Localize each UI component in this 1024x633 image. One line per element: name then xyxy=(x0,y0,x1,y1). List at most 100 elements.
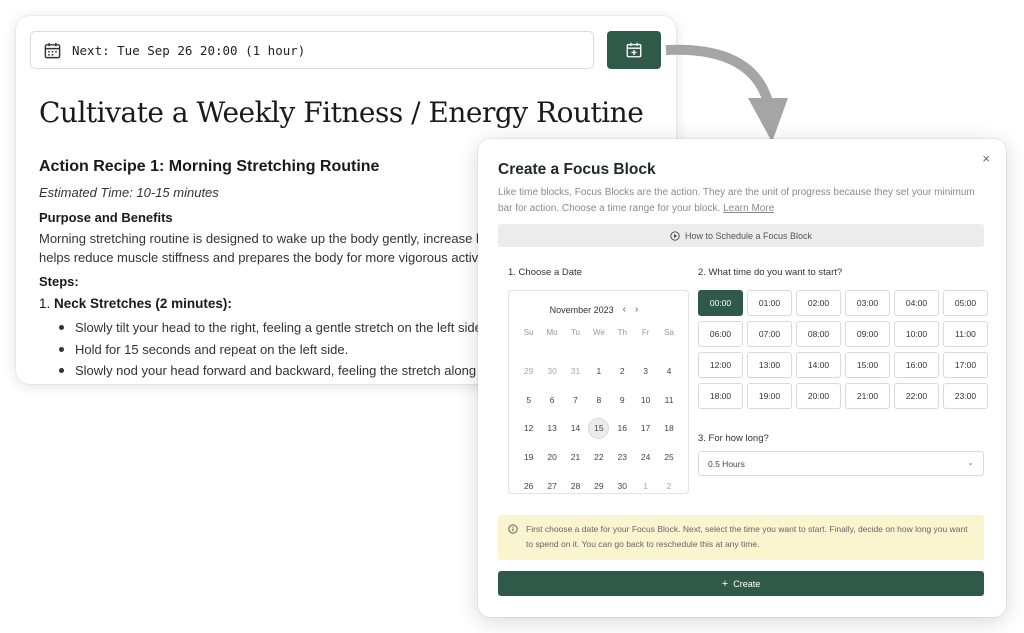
plus-icon: + xyxy=(721,577,729,590)
calendar-day[interactable]: 10 xyxy=(634,385,657,414)
calendar-day[interactable]: 17 xyxy=(634,414,657,443)
time-option[interactable]: 03:00 xyxy=(845,290,890,316)
play-circle-icon xyxy=(670,230,680,241)
create-button[interactable]: + Create xyxy=(498,571,984,596)
calendar-day[interactable]: 23 xyxy=(611,443,634,472)
schedule-focus-block-button[interactable] xyxy=(607,31,661,69)
calendar-day[interactable]: 30 xyxy=(540,357,563,386)
calendar-day[interactable]: 13 xyxy=(540,414,563,443)
time-option[interactable]: 06:00 xyxy=(698,321,743,347)
calendar-day-number: 19 xyxy=(523,452,534,463)
time-option[interactable]: 01:00 xyxy=(747,290,792,316)
time-option[interactable]: 04:00 xyxy=(894,290,939,316)
calendar-day[interactable]: 4 xyxy=(657,357,680,386)
calendar-day-number: 27 xyxy=(547,480,557,491)
duration-select[interactable]: 0.5 Hours ⌄ xyxy=(698,451,984,476)
calendar-day-number: 17 xyxy=(640,423,651,434)
calendar-day[interactable]: 30 xyxy=(611,471,634,500)
time-option[interactable]: 08:00 xyxy=(796,321,841,347)
time-option[interactable]: 02:00 xyxy=(796,290,841,316)
calendar-day[interactable]: 11 xyxy=(657,385,680,414)
calendar-day[interactable]: 29 xyxy=(517,357,540,386)
time-option[interactable]: 23:00 xyxy=(943,383,988,409)
calendar-day[interactable]: 12 xyxy=(517,414,540,443)
time-option[interactable]: 14:00 xyxy=(796,352,841,378)
calendar-day[interactable]: 14 xyxy=(564,414,587,443)
weekday-label: Mo xyxy=(546,328,558,337)
time-option[interactable]: 20:00 xyxy=(796,383,841,409)
calendar-day[interactable]: 27 xyxy=(540,471,563,500)
create-focus-block-modal: Create a Focus Block × Like time blocks,… xyxy=(478,139,1006,617)
calendar-day[interactable]: 7 xyxy=(564,385,587,414)
close-icon[interactable]: × xyxy=(982,151,990,166)
calendar-header: November 2023 ‹ › xyxy=(509,304,679,315)
next-event-bar[interactable]: Next: Tue Sep 26 20:00 (1 hour) xyxy=(30,31,594,69)
duration-label: 3. For how long? xyxy=(698,433,769,444)
weekday-label: We xyxy=(592,328,605,337)
calendar-day-number: 3 xyxy=(643,366,649,377)
calendar-day[interactable]: 21 xyxy=(564,443,587,472)
calendar-day[interactable]: 28 xyxy=(564,471,587,500)
time-option[interactable]: 12:00 xyxy=(698,352,743,378)
calendar-day[interactable]: 1 xyxy=(587,357,610,386)
time-grid: 00:00 01:00 02:00 03:00 04:00 05:00 06:00 07:00… xyxy=(698,290,988,409)
calendar-day[interactable]: 19 xyxy=(517,443,540,472)
curved-arrow-icon xyxy=(665,44,788,142)
calendar-day[interactable]: 2 xyxy=(657,471,680,500)
chevron-right-icon[interactable]: › xyxy=(635,304,638,315)
next-event-text: Next: Tue Sep 26 20:00 (1 hour) xyxy=(72,42,306,58)
calendar-day-number: 20 xyxy=(547,452,557,463)
calendar-day[interactable]: 15 xyxy=(587,414,610,443)
calendar-day[interactable]: 16 xyxy=(611,414,634,443)
time-option[interactable]: 10:00 xyxy=(894,321,939,347)
time-option[interactable]: 15:00 xyxy=(845,352,890,378)
time-option[interactable]: 11:00 xyxy=(943,321,988,347)
calendar-day[interactable]: 3 xyxy=(634,357,657,386)
calendar-day-number: 2 xyxy=(666,480,672,491)
calendar-day[interactable]: 25 xyxy=(657,443,680,472)
weekday-label: Th xyxy=(617,328,627,337)
time-option[interactable]: 09:00 xyxy=(845,321,890,347)
weekday-label: Sa xyxy=(664,328,674,337)
calendar-day[interactable]: 2 xyxy=(611,357,634,386)
modal-description: Like time blocks, Focus Blocks are the a… xyxy=(498,185,986,216)
page-title: Cultivate a Weekly Fitness / Energy Rout… xyxy=(39,96,644,129)
time-option[interactable]: 00:00 xyxy=(698,290,743,316)
calendar-day-number: 12 xyxy=(523,423,534,434)
how-to-schedule-button[interactable]: How to Schedule a Focus Block xyxy=(498,224,984,247)
calendar-day-number: 1 xyxy=(596,366,602,377)
time-option[interactable]: 16:00 xyxy=(894,352,939,378)
duration-value: 0.5 Hours xyxy=(708,458,745,469)
calendar-day-number: 28 xyxy=(570,480,581,491)
calendar-day[interactable]: 5 xyxy=(517,385,540,414)
calendar-day-number: 2 xyxy=(619,366,625,377)
calendar-day-number: 24 xyxy=(640,452,651,463)
calendar-day[interactable]: 20 xyxy=(540,443,563,472)
calendar-day-number: 26 xyxy=(523,480,534,491)
calendar-day[interactable]: 31 xyxy=(564,357,587,386)
learn-more-link[interactable]: Learn More xyxy=(723,203,774,214)
calendar-day[interactable]: 6 xyxy=(540,385,563,414)
calendar-day[interactable]: 24 xyxy=(634,443,657,472)
calendar-day[interactable]: 8 xyxy=(587,385,610,414)
chevron-left-icon[interactable]: ‹ xyxy=(623,304,626,315)
time-option[interactable]: 19:00 xyxy=(747,383,792,409)
time-option[interactable]: 05:00 xyxy=(943,290,988,316)
calendar-day[interactable]: 9 xyxy=(611,385,634,414)
time-option[interactable]: 17:00 xyxy=(943,352,988,378)
calendar-day[interactable]: 26 xyxy=(517,471,540,500)
calendar-day[interactable]: 22 xyxy=(587,443,610,472)
create-label: Create xyxy=(733,578,761,589)
time-option[interactable]: 22:00 xyxy=(894,383,939,409)
time-option[interactable]: 07:00 xyxy=(747,321,792,347)
time-option[interactable]: 21:00 xyxy=(845,383,890,409)
calendar-day[interactable]: 18 xyxy=(657,414,680,443)
calendar-day[interactable]: 1 xyxy=(634,471,657,500)
time-option[interactable]: 18:00 xyxy=(698,383,743,409)
calendar-day-number: 29 xyxy=(594,480,604,491)
step-number: 1. xyxy=(39,296,51,311)
calendar-day-number: 14 xyxy=(570,423,581,434)
time-option[interactable]: 13:00 xyxy=(747,352,792,378)
calendar-day[interactable]: 29 xyxy=(587,471,610,500)
calendar-day-number: 30 xyxy=(617,480,627,491)
